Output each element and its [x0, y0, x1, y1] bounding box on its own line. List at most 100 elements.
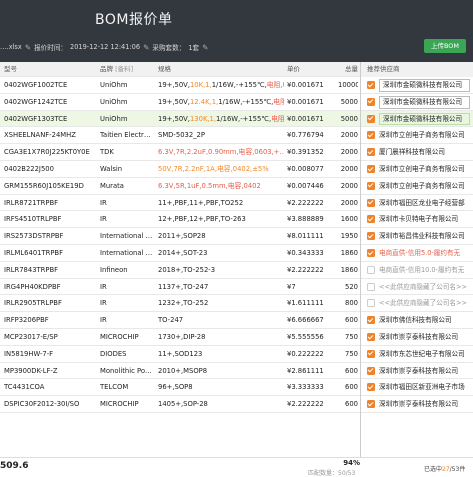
supplier-name[interactable]: 深圳市立创电子商务有限公司	[379, 178, 472, 194]
supplier-row[interactable]: 深圳市立创电子商务有限公司	[361, 178, 473, 195]
table-row[interactable]: TC4431COA TELCOM 96+,SOP8 ¥3.333333 600	[0, 379, 360, 397]
table-header: 型号 品牌 [备料] 规格 单价 总量	[0, 62, 360, 77]
selected-count: 已选中27/53件	[424, 466, 466, 473]
quantity: 750	[345, 349, 358, 358]
supplier-name[interactable]: 厦门晨祥科技有限公司	[379, 144, 472, 160]
table-row[interactable]: IN5819HW-7-F DIODES 11+,SOD123 ¥0.222222 750	[0, 346, 360, 363]
supplier-row[interactable]: 厦门晨祥科技有限公司	[361, 144, 473, 161]
table-row[interactable]: IRLR2905TRLPBF IR 1232+,TO-252 ¥1.611111 800	[0, 295, 360, 313]
upload-bom-button[interactable]: 上传BOM	[424, 39, 466, 53]
supplier-checkbox[interactable]	[367, 131, 375, 140]
supplier-row[interactable]: 深圳市东芯世纪电子有限公司	[361, 346, 473, 363]
supplier-row[interactable]: <<此供应商隐藏了公司名>>	[361, 279, 473, 296]
unit-price: ¥3.888889	[287, 215, 324, 224]
supplier-checkbox[interactable]	[367, 400, 375, 409]
supplier-checkbox[interactable]	[367, 215, 375, 224]
brand: UniOhm	[100, 81, 128, 89]
supplier-row[interactable]: 深圳市福田区龙业电子经营部	[361, 195, 473, 212]
supplier-checkbox[interactable]	[367, 316, 375, 325]
table-row[interactable]: IRS2573DSTRPBF International … 2011+,SOP28…	[0, 228, 360, 245]
supplier-name[interactable]: 深圳市卡贝特电子有限公司	[379, 211, 472, 227]
supplier-checkbox[interactable]	[367, 181, 375, 190]
table-row[interactable]: IRLML6401TRPBF International … 2014+,SOT-2…	[0, 245, 360, 262]
table-row[interactable]: XSHEELNANF-24MHZ Taitien Electr… SMD-5032_…	[0, 127, 360, 145]
table-row[interactable]: 0402WGF1002TCE UniOhm 19+,50V,10K,1,1/16W,…	[0, 77, 360, 94]
supplier-name[interactable]: 深圳市崇亨泰科技有限公司	[379, 329, 472, 345]
supplier-row[interactable]: 电商直供-信用5.0-履约有无	[361, 245, 473, 262]
supplier-name[interactable]: 深圳市福田区新亚洲电子市场	[379, 379, 472, 395]
table-row[interactable]: CGA3E1X7R0J225KT0Y0E TDK 6.3V,7R,2.2uF,0.9…	[0, 144, 360, 161]
supplier-row[interactable]: 深圳市卡贝特电子有限公司	[361, 211, 473, 229]
supplier-checkbox[interactable]	[367, 198, 375, 207]
brand: Infineon	[100, 265, 128, 274]
supplier-name[interactable]: 深圳市崇亨泰科技有限公司	[379, 363, 472, 379]
supplier-checkbox[interactable]	[367, 81, 375, 89]
supplier-checkbox[interactable]	[367, 299, 375, 308]
supplier-row[interactable]: 电商直供-信用10.0-履约有无	[361, 262, 473, 279]
supplier-name[interactable]: 深圳市崇亨泰科技有限公司	[379, 396, 472, 412]
supplier-checkbox[interactable]	[367, 265, 375, 274]
edit-file-icon[interactable]: ✎	[25, 43, 31, 52]
supplier-name[interactable]: 深圳市金硕微科技有限公司	[379, 112, 470, 126]
table-row[interactable]: DSPIC30F2012-30I/SO MICROCHIP 1405+,SOP-28…	[0, 396, 360, 413]
supplier-name[interactable]: <<此供应商隐藏了公司名>>	[379, 295, 472, 311]
brand: MICROCHIP	[100, 332, 139, 341]
supplier-name[interactable]: 深圳市立创电子商务有限公司	[379, 161, 472, 177]
table-row[interactable]: IRLR8721TRPBF IR 11+,PBF,11+,PBF,TO252 ¥2.2…	[0, 195, 360, 212]
supplier-checkbox[interactable]	[367, 114, 375, 123]
supplier-row[interactable]: <<此供应商隐藏了公司名>>	[361, 295, 473, 313]
supplier-checkbox[interactable]	[367, 248, 375, 257]
supplier-row[interactable]: 深圳市崇亨泰科技有限公司	[361, 329, 473, 346]
table-row[interactable]: MCP23017-E/SP MICROCHIP 1730+,DIP-28 ¥5.555…	[0, 329, 360, 346]
match-count: 匹配数量：50/53	[308, 470, 356, 477]
brand: TDK	[100, 148, 114, 157]
supplier-row[interactable]: 深圳市崇亨泰科技有限公司	[361, 396, 473, 413]
table-row[interactable]: IRFS4510TRLPBF IR 12+,PBF,12+,PBF,TO-263 ¥3…	[0, 211, 360, 229]
supplier-row[interactable]: 深圳市佛信科技有限公司	[361, 312, 473, 329]
supplier-name[interactable]: <<此供应商隐藏了公司名>>	[379, 279, 472, 295]
table-row[interactable]: 0402WGF1303TCE UniOhm 19+,50V,130K,1,1/16W…	[0, 110, 360, 128]
table-row[interactable]: IRLR7843TRPBF Infineon 2018+,TO-252-3 ¥2.22…	[0, 262, 360, 279]
supplier-checkbox[interactable]	[367, 232, 375, 241]
supplier-name[interactable]: 深圳市立创电子商务有限公司	[379, 127, 472, 143]
supplier-row[interactable]: 深圳市裕昌伟业科技有限公司	[361, 228, 473, 245]
unit-price: ¥0.222222	[287, 349, 324, 358]
supplier-name[interactable]: 电商直供-信用5.0-履约有无	[379, 245, 472, 261]
supplier-row[interactable]: 深圳市福田区新亚洲电子市场	[361, 379, 473, 397]
table-row[interactable]: MP3900DK-LF-Z Monolithic Po… 2010+,MSOP8 ¥2…	[0, 363, 360, 380]
supplier-checkbox[interactable]	[367, 332, 375, 341]
table-row[interactable]: 0402B222J500 Walsin 50V,7R,2.2nF,1A,电容,040…	[0, 161, 360, 178]
table-row[interactable]: IRG4PH40KDPBF IR 1137+,TO-247 ¥7 520	[0, 279, 360, 296]
table-row[interactable]: 0402WGF1242TCE UniOhm 19+,50V,12.4K,1,1/16…	[0, 94, 360, 111]
supplier-name[interactable]: 深圳市佛信科技有限公司	[379, 312, 472, 328]
supplier-name[interactable]: 电商直供-信用10.0-履约有无	[379, 262, 472, 278]
edit-qty-icon[interactable]: ✎	[202, 43, 208, 52]
supplier-row[interactable]: 深圳市立创电子商务有限公司	[361, 161, 473, 178]
supplier-row[interactable]: 深圳市立创电子商务有限公司	[361, 127, 473, 145]
supplier-row[interactable]: 深圳市金硕微科技有限公司	[361, 77, 473, 94]
supplier-row[interactable]: 深圳市金硕微科技有限公司	[361, 94, 473, 111]
supplier-checkbox[interactable]	[367, 148, 375, 157]
supplier-name[interactable]: 深圳市裕昌伟业科技有限公司	[379, 228, 472, 244]
spec-part: 6.3V,5R,1uF,0.5mm,	[158, 181, 228, 190]
edit-time-icon[interactable]: ✎	[143, 43, 149, 52]
supplier-checkbox[interactable]	[367, 383, 375, 392]
supplier-name[interactable]: 深圳市金硕微科技有限公司	[379, 95, 470, 109]
col-part: 型号	[4, 65, 17, 73]
spec-part: TO-247	[158, 316, 184, 325]
supplier-checkbox[interactable]	[367, 164, 375, 173]
supplier-checkbox[interactable]	[367, 97, 375, 106]
spec: 6.3V,5R,1uF,0.5mm,电容,0402	[158, 178, 284, 194]
supplier-name[interactable]: 深圳市东芯世纪电子有限公司	[379, 346, 472, 362]
spec-part: 19+,50V,	[158, 81, 190, 89]
table-row[interactable]: IRFP3206PBF IR TO-247 ¥6.666667 600	[0, 312, 360, 329]
supplier-checkbox[interactable]	[367, 282, 375, 291]
supplier-row[interactable]: 深圳市崇亨泰科技有限公司	[361, 363, 473, 380]
quote-meta-bar: ….xlsx ✎ 报价时间： 2019-12-12 12:41:06 ✎ 采购套…	[0, 40, 473, 54]
supplier-checkbox[interactable]	[367, 349, 375, 358]
table-row[interactable]: GRM155R60J105KE19D Murata 6.3V,5R,1uF,0.5m…	[0, 178, 360, 195]
supplier-row[interactable]: 深圳市金硕微科技有限公司	[361, 110, 473, 128]
supplier-name[interactable]: 深圳市福田区龙业电子经营部	[379, 195, 472, 211]
supplier-name[interactable]: 深圳市金硕微科技有限公司	[379, 79, 470, 92]
supplier-checkbox[interactable]	[367, 366, 375, 375]
